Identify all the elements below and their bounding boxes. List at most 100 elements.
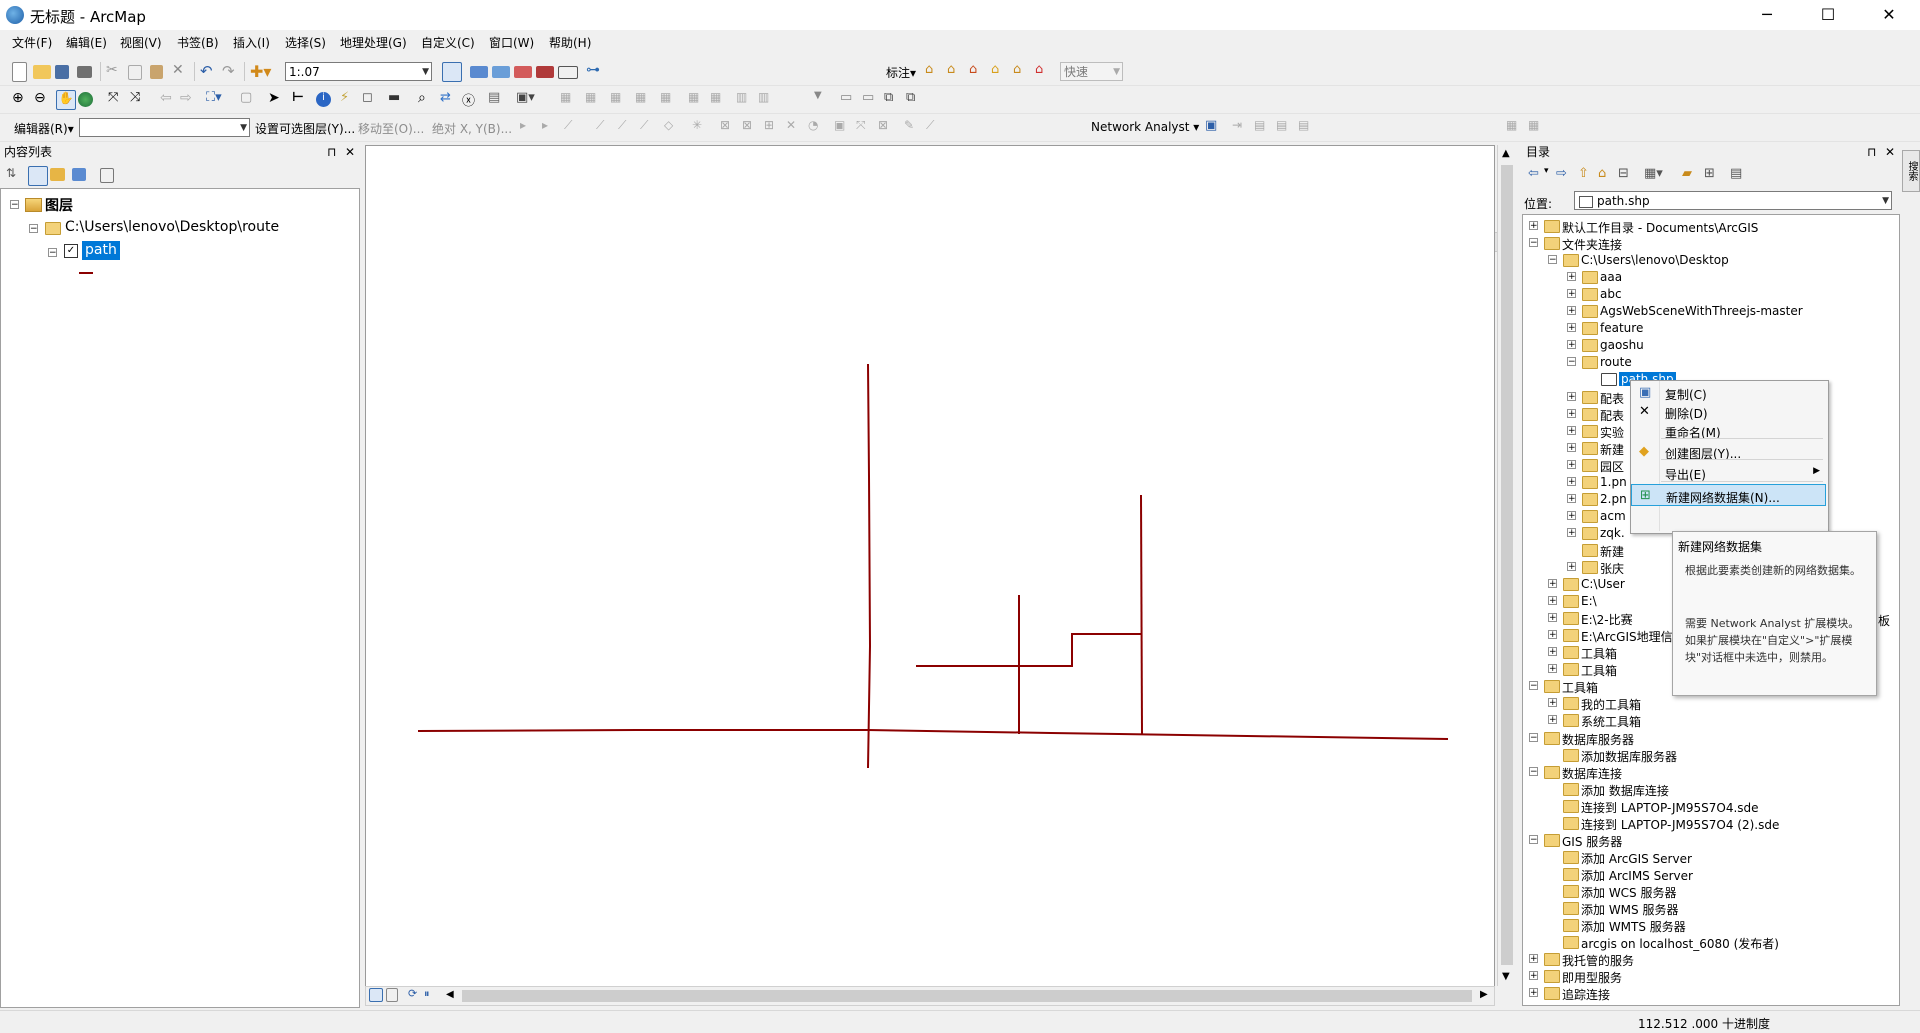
measure-icon[interactable]: ▬ (388, 90, 406, 108)
delete-icon[interactable]: ✕ (172, 62, 190, 80)
new-document-icon[interactable] (12, 62, 27, 82)
na-solve-1-icon[interactable]: ⇥ (1232, 118, 1250, 136)
expand-icon[interactable]: + (1567, 476, 1576, 486)
find-route-icon[interactable]: ⇄ (440, 90, 458, 108)
na-solve-2-icon[interactable]: ▤ (1254, 118, 1272, 136)
edit-extra-3-icon[interactable]: ⊠ (878, 118, 896, 136)
catalog-tree-item[interactable]: E:\ (1581, 594, 1597, 608)
pin-icon[interactable]: ⊓ (1867, 143, 1876, 162)
expand-icon[interactable]: + (1548, 715, 1557, 725)
edit-extra-4-icon[interactable]: ✎ (904, 118, 922, 136)
edit-extra-5-icon[interactable]: ⟋ (926, 118, 944, 136)
forward-icon[interactable]: ⇨ (1556, 166, 1574, 184)
menu-geoprocessing[interactable]: 地理处理(G) (340, 34, 407, 51)
pause-drawing-icon[interactable]: ⏸ (424, 987, 442, 1005)
label-menu[interactable]: 标注▾ (886, 64, 916, 81)
catalog-tree-item[interactable]: 1.pn (1600, 475, 1627, 489)
scale-combobox[interactable]: 1:.07 ▼ (285, 62, 432, 81)
new-folder-icon[interactable]: ▰ (1682, 166, 1700, 184)
python-window-icon[interactable] (558, 66, 578, 79)
expand-icon[interactable]: + (1567, 306, 1576, 316)
print-icon[interactable] (77, 66, 92, 78)
expand-icon[interactable]: + (1529, 954, 1538, 964)
zoom-out-icon[interactable]: ⊖ (34, 90, 52, 108)
set-selectable-layers[interactable]: 设置可选图层(Y)... (255, 120, 355, 137)
expand-icon[interactable]: + (1567, 459, 1576, 469)
cut-icon[interactable]: ✂ (106, 62, 124, 80)
edit-annotation-icon[interactable]: ▸ (542, 118, 560, 136)
catalog-tree-item[interactable]: 添加 WMS 服务器 (1581, 901, 1678, 918)
collapse-icon[interactable]: − (1529, 766, 1538, 776)
connect-folder-icon[interactable]: ⊟ (1618, 166, 1636, 184)
back-extent-icon[interactable]: ⇦ (160, 90, 178, 108)
collapse-icon[interactable]: − (1548, 255, 1557, 265)
catalog-tree-item[interactable]: 添加 数据库连接 (1581, 782, 1669, 799)
na-solve-3-icon[interactable]: ▤ (1276, 118, 1294, 136)
add-data-icon[interactable]: ✚▾ (250, 62, 276, 81)
create-viewer-icon[interactable]: ▣▾ (516, 90, 542, 108)
expand-icon[interactable]: + (1567, 272, 1576, 282)
data-view-icon[interactable] (369, 988, 383, 1002)
catalog-tree-item[interactable]: 添加 ArcGIS Server (1581, 850, 1692, 867)
quick-mode-combobox[interactable]: 快速 ▼ (1060, 62, 1123, 81)
layout-1-icon[interactable]: ▭ (840, 90, 858, 108)
catalog-tree-item[interactable]: 工具箱 (1581, 662, 1617, 679)
na-extra-1-icon[interactable]: ▦ (1506, 118, 1524, 136)
collapse-icon[interactable]: − (1529, 732, 1538, 742)
identify-icon[interactable]: ⊢ (292, 90, 310, 108)
collapse-icon[interactable]: − (10, 200, 19, 210)
minimize-button[interactable]: ─ (1744, 0, 1790, 30)
scroll-down-icon[interactable]: ▼ (1502, 971, 1510, 982)
search-window-icon[interactable] (514, 66, 532, 78)
table-of-contents-icon[interactable] (470, 66, 488, 78)
catalog-tree-item[interactable]: 配表 (1600, 390, 1624, 407)
html-popup-icon[interactable]: ◻ (362, 90, 380, 108)
catalog-tree-item[interactable]: 追踪连接 (1562, 986, 1610, 1003)
pan-icon[interactable]: ✋ (56, 90, 76, 110)
catalog-tree-item[interactable]: 添加数据库服务器 (1581, 748, 1677, 765)
straight-segment-icon[interactable]: ⟋ (564, 118, 582, 136)
expand-icon[interactable]: + (1567, 425, 1576, 435)
line-symbol-icon[interactable] (79, 272, 93, 274)
catalog-close-icon[interactable]: ✕ (1885, 143, 1895, 162)
catalog-tree-item[interactable]: 工具箱 (1581, 645, 1617, 662)
catalog-tree-item[interactable]: 2.pn (1600, 492, 1627, 506)
na-extra-2-icon[interactable]: ▦ (1528, 118, 1546, 136)
copy-icon[interactable] (128, 65, 142, 80)
catalog-tree-item[interactable]: 数据库连接 (1562, 765, 1622, 782)
info-icon[interactable]: i (316, 92, 331, 107)
menu-windows[interactable]: 窗口(W) (489, 34, 534, 51)
trace-icon[interactable]: ⟋ (596, 118, 614, 136)
catalog-tree-item[interactable]: AgsWebSceneWithThreejs-master (1600, 304, 1803, 318)
expand-icon[interactable]: + (1567, 408, 1576, 418)
layer-name[interactable]: path (82, 241, 120, 260)
list-by-selection-icon[interactable] (72, 168, 86, 181)
move-to[interactable]: 移动至(O)... (358, 120, 424, 137)
pin-icon[interactable]: ⊓ (327, 143, 336, 162)
chevron-down-icon[interactable]: ▼ (814, 90, 832, 108)
list-by-visibility-icon[interactable] (50, 168, 65, 181)
expand-icon[interactable]: + (1529, 221, 1538, 231)
collapse-icon[interactable]: − (1529, 238, 1538, 248)
scroll-left-icon[interactable]: ◀ (446, 989, 454, 1000)
absolute-xy[interactable]: 绝对 X, Y(B)... (432, 120, 512, 137)
split-icon[interactable]: ⊠ (720, 118, 738, 136)
catalog-tree-item[interactable]: 张庆 (1600, 560, 1624, 577)
view-unplaced-icon[interactable]: ⌂ (991, 62, 1009, 80)
collapse-icon[interactable]: − (1529, 834, 1538, 844)
catalog-tree-item[interactable]: feature (1600, 321, 1643, 335)
full-extent-icon[interactable] (78, 92, 93, 107)
expand-icon[interactable]: + (1567, 527, 1576, 537)
select-elements-icon[interactable]: ➤ (268, 90, 286, 108)
catalog-tree-item[interactable]: 系统工具箱 (1581, 713, 1641, 730)
cut-polygons-icon[interactable]: ✳ (692, 118, 710, 136)
map-view[interactable] (365, 145, 1495, 993)
catalog-tree-item[interactable]: C:\Users\lenovo\Desktop (1581, 253, 1729, 267)
catalog-tree-item[interactable]: 连接到 LAPTOP-JM95S7O4.sde (1581, 799, 1759, 816)
close-button[interactable]: ✕ (1866, 0, 1912, 30)
open-icon[interactable] (33, 65, 51, 79)
na-solve-4-icon[interactable]: ▤ (1298, 118, 1316, 136)
menu-file[interactable]: 文件(F) (12, 34, 52, 51)
lock-labels-icon[interactable]: ⌂ (947, 62, 965, 80)
zoom-in-icon[interactable]: ⊕ (12, 90, 30, 108)
